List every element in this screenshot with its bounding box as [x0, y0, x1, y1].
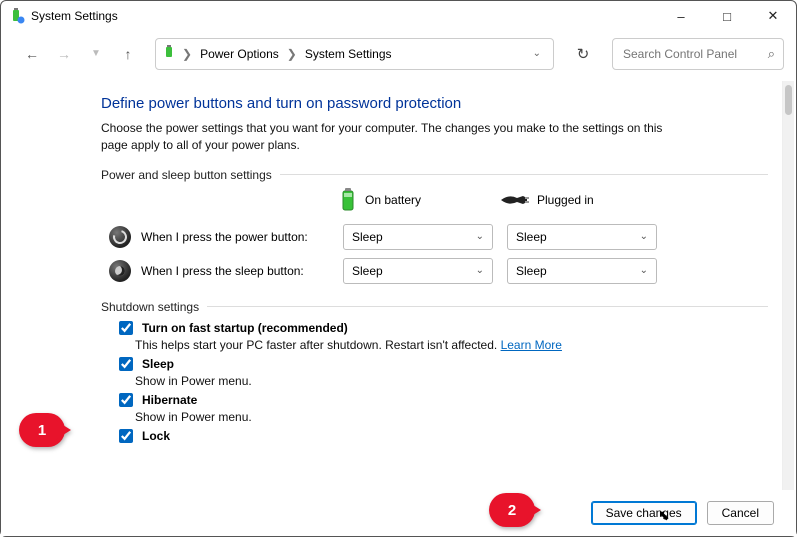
row-power-label: When I press the power button: [141, 230, 308, 244]
content-area: Define power buttons and turn on passwor… [1, 81, 796, 490]
address-icon [162, 44, 178, 63]
window-controls: – □ ✕ [658, 1, 796, 31]
address-dropdown-icon[interactable]: ⌄ [527, 48, 547, 59]
option-fast-startup: Turn on fast startup (recommended) This … [115, 318, 768, 352]
sleep-plugged-select[interactable]: Sleep ⌄ [507, 258, 657, 284]
divider [207, 306, 768, 307]
app-icon [9, 8, 25, 24]
back-button[interactable]: ← [19, 41, 45, 67]
titlebar: System Settings – □ ✕ [1, 1, 796, 31]
chevron-down-icon: ⌄ [640, 265, 648, 276]
divider [280, 174, 768, 175]
row-sleep-button: When I press the sleep button: Sleep ⌄ S… [101, 254, 768, 288]
recent-dropdown[interactable]: ▼ [83, 41, 109, 67]
power-plugged-value: Sleep [516, 230, 547, 244]
row-power-button: When I press the power button: Sleep ⌄ S… [101, 220, 768, 254]
address-bar[interactable]: ❯ Power Options ❯ System Settings ⌄ [155, 38, 554, 70]
option-hibernate: Hibernate Show in Power menu. [115, 390, 768, 424]
sleep-battery-value: Sleep [352, 264, 383, 278]
maximize-button[interactable]: □ [704, 1, 750, 31]
annotation-2: 2 [489, 493, 535, 527]
option-sleep: Sleep Show in Power menu. [115, 354, 768, 388]
sleep-desc: Show in Power menu. [135, 374, 768, 388]
fast-startup-title: Turn on fast startup (recommended) [142, 321, 348, 335]
page-title: Define power buttons and turn on passwor… [101, 95, 768, 112]
group-power-sleep: Power and sleep button settings On batte… [101, 168, 768, 288]
breadcrumb-system-settings[interactable]: System Settings [301, 45, 396, 63]
footer: Save changes Cancel [1, 490, 796, 536]
chevron-right-icon: ❯ [182, 47, 192, 61]
hibernate-desc: Show in Power menu. [135, 410, 768, 424]
window-title: System Settings [31, 9, 118, 23]
sleep-checkbox[interactable] [119, 357, 133, 371]
col-battery-label: On battery [365, 193, 421, 207]
col-plugged-label: Plugged in [537, 193, 594, 207]
hibernate-checkbox[interactable] [119, 393, 133, 407]
chevron-right-icon: ❯ [287, 47, 297, 61]
lock-title: Lock [142, 429, 170, 443]
breadcrumb-power-options[interactable]: Power Options [196, 45, 283, 63]
sleep-battery-select[interactable]: Sleep ⌄ [343, 258, 493, 284]
chevron-down-icon: ⌄ [476, 231, 484, 242]
fast-startup-checkbox[interactable] [119, 321, 133, 335]
chevron-down-icon: ⌄ [640, 231, 648, 242]
battery-icon [339, 188, 357, 212]
minimize-button[interactable]: – [658, 1, 704, 31]
group-shutdown-label: Shutdown settings [101, 300, 199, 314]
column-headers: On battery Plugged in [101, 188, 768, 212]
cancel-button[interactable]: Cancel [707, 501, 774, 525]
hibernate-title: Hibernate [142, 393, 197, 407]
up-button[interactable]: ↑ [115, 41, 141, 67]
learn-more-link[interactable]: Learn More [501, 338, 562, 352]
close-button[interactable]: ✕ [750, 1, 796, 31]
option-lock: Lock [115, 426, 768, 446]
nav-toolbar: ← → ▼ ↑ ❯ Power Options ❯ System Setting… [1, 31, 796, 76]
refresh-button[interactable]: ↻ [568, 39, 598, 69]
search-box[interactable]: ⌕ [612, 38, 784, 70]
search-input[interactable] [621, 46, 762, 62]
search-icon: ⌕ [768, 46, 775, 62]
forward-button[interactable]: → [51, 41, 77, 67]
plug-icon [499, 192, 529, 208]
sleep-plugged-value: Sleep [516, 264, 547, 278]
page-description: Choose the power settings that you want … [101, 120, 681, 154]
sleep-title: Sleep [142, 357, 174, 371]
power-battery-value: Sleep [352, 230, 383, 244]
power-icon [109, 226, 131, 248]
group-shutdown: Shutdown settings Turn on fast startup (… [101, 300, 768, 446]
chevron-down-icon: ⌄ [476, 265, 484, 276]
lock-checkbox[interactable] [119, 429, 133, 443]
power-battery-select[interactable]: Sleep ⌄ [343, 224, 493, 250]
annotation-1: 1 [19, 413, 65, 447]
sleep-icon [109, 260, 131, 282]
row-sleep-label: When I press the sleep button: [141, 264, 304, 278]
save-button[interactable]: Save changes [591, 501, 697, 525]
fast-startup-desc: This helps start your PC faster after sh… [135, 338, 501, 352]
group-power-label: Power and sleep button settings [101, 168, 272, 182]
power-plugged-select[interactable]: Sleep ⌄ [507, 224, 657, 250]
